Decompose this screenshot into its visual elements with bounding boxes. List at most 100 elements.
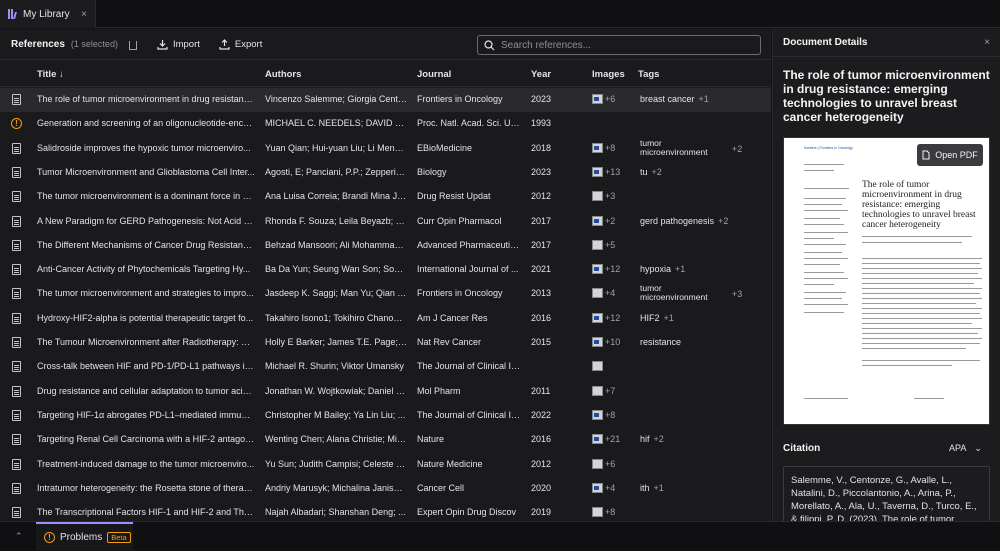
- table-row[interactable]: The tumor microenvironment is a dominant…: [0, 185, 771, 209]
- table-row[interactable]: The role of tumor microenvironment in dr…: [0, 88, 771, 113]
- image-count: +8: [605, 409, 616, 420]
- document-icon: [12, 312, 21, 324]
- figure-thumbnail[interactable]: [592, 385, 603, 396]
- table-row[interactable]: A New Paradigm for GERD Pathogenesis: No…: [0, 210, 771, 234]
- close-icon[interactable]: ×: [81, 9, 87, 20]
- bottom-bar: ⌃ ! Problems Beta: [0, 521, 1000, 551]
- cell-title: Tumor Microenvironment and Glioblastoma …: [37, 166, 255, 177]
- problems-tab[interactable]: ! Problems Beta: [36, 522, 133, 551]
- table-row[interactable]: Salidroside improves the hypoxic tumor m…: [0, 137, 771, 161]
- figure-thumbnail[interactable]: [592, 191, 603, 202]
- problems-label: Problems: [60, 532, 103, 543]
- citation-style-select[interactable]: APA ⌄: [949, 443, 982, 454]
- cell-authors: Takahiro Isono1; Tokihiro Chano2; ...: [265, 312, 407, 323]
- figure-thumbnail[interactable]: [592, 482, 603, 493]
- table-row[interactable]: Anti-Cancer Activity of Phytochemicals T…: [0, 258, 771, 282]
- citation-heading: Citation: [783, 443, 821, 454]
- tab-my-library[interactable]: My Library ×: [0, 0, 96, 28]
- cell-year: 2017: [531, 215, 552, 226]
- table-row[interactable]: Hydroxy-HIF2-alpha is potential therapeu…: [0, 307, 771, 331]
- tag-chip[interactable]: ith +1: [640, 483, 664, 493]
- column-journal[interactable]: Journal: [417, 69, 451, 80]
- figure-thumbnail[interactable]: [592, 239, 603, 250]
- tag-more[interactable]: +2: [718, 216, 728, 226]
- column-authors[interactable]: Authors: [265, 69, 301, 80]
- import-button[interactable]: Import: [157, 39, 200, 50]
- cell-journal: The Journal of Clinical In...: [417, 361, 522, 372]
- search-input[interactable]: Search references...: [477, 35, 761, 55]
- tag-chip[interactable]: resistance: [640, 337, 685, 347]
- figure-thumbnail[interactable]: [592, 458, 603, 469]
- column-title[interactable]: Title ↓: [37, 69, 64, 80]
- tag-chip[interactable]: breast cancer +1: [640, 94, 709, 104]
- table-row[interactable]: Targeting HIF-1α abrogates PD-L1–mediate…: [0, 404, 771, 428]
- cell-journal: Advanced Pharmaceutic...: [417, 239, 522, 250]
- tag-more[interactable]: +1: [664, 313, 674, 323]
- figure-thumbnail[interactable]: [592, 288, 603, 299]
- tag-chip[interactable]: tu +2: [640, 167, 662, 177]
- figure-thumbnail[interactable]: [592, 264, 603, 275]
- figure-thumbnail[interactable]: [592, 337, 603, 347]
- table-row[interactable]: Targeting Renal Cell Carcinoma with a HI…: [0, 428, 771, 452]
- table-row[interactable]: The tumor microenvironment and strategie…: [0, 282, 771, 306]
- tag-more[interactable]: +2: [654, 434, 664, 444]
- trash-icon[interactable]: [128, 40, 137, 50]
- cell-authors: Holly E Barker; James T.E. Page; A...: [265, 337, 407, 347]
- column-year[interactable]: Year: [531, 69, 551, 80]
- table-row[interactable]: Intratumor heterogeneity: the Rosetta st…: [0, 477, 771, 501]
- figure-thumbnail[interactable]: [592, 166, 603, 177]
- tag-chip[interactable]: hif +2: [640, 434, 664, 444]
- document-icon: [12, 458, 21, 470]
- figure-thumbnail[interactable]: [592, 215, 603, 226]
- figure-thumbnail[interactable]: [592, 94, 603, 104]
- tag-chip[interactable]: hypoxia +1: [640, 264, 685, 274]
- cell-title: The tumor microenvironment and strategie…: [37, 288, 254, 299]
- cell-year: 2016: [531, 434, 552, 445]
- close-details-icon[interactable]: ×: [984, 37, 990, 48]
- figure-thumbnail[interactable]: [592, 434, 603, 445]
- table-header: Title ↓ Authors Journal Year Images Tags: [0, 59, 771, 87]
- tag-more[interactable]: +1: [675, 264, 685, 274]
- image-count: +5: [605, 239, 616, 250]
- figure-thumbnail[interactable]: [592, 142, 603, 153]
- references-toolbar: References (1 selected) Import Export Se…: [0, 29, 771, 59]
- table-row[interactable]: Tumor Microenvironment and Glioblastoma …: [0, 161, 771, 185]
- citation-text[interactable]: Salemme, V., Centonze, G., Avalle, L., N…: [783, 466, 990, 526]
- figure-thumbnail[interactable]: [592, 507, 603, 518]
- document-icon: [12, 166, 21, 178]
- column-images[interactable]: Images: [592, 69, 625, 80]
- tag-more[interactable]: +1: [699, 94, 709, 104]
- figure-thumbnail[interactable]: [592, 409, 603, 420]
- column-tags[interactable]: Tags: [638, 69, 659, 80]
- tag-chip[interactable]: gerd pathogenesis +2: [640, 216, 728, 226]
- cell-title: The tumor microenvironment is a dominant…: [37, 191, 255, 202]
- table-row[interactable]: ! Generation and screening of an oligonuc…: [0, 112, 771, 136]
- table-row[interactable]: The Different Mechanisms of Cancer Drug …: [0, 234, 771, 258]
- table-row[interactable]: Drug resistance and cellular adaptation …: [0, 380, 771, 404]
- tag-more[interactable]: +3: [732, 289, 742, 299]
- document-icon: [12, 385, 21, 397]
- tag-more[interactable]: +2: [652, 167, 662, 177]
- tag-chip[interactable]: tumor microenvironment: [640, 138, 730, 157]
- figure-thumbnail[interactable]: [592, 361, 603, 372]
- table-row[interactable]: Cross-talk between HIF and PD-1/PD-L1 pa…: [0, 355, 771, 379]
- document-icon: [12, 264, 21, 276]
- tag-chip[interactable]: tumor microenvironment: [640, 284, 730, 302]
- chevron-up-icon[interactable]: ⌃: [15, 531, 23, 542]
- table-row[interactable]: The Tumour Microenvironment after Radiot…: [0, 331, 771, 355]
- tag-chip[interactable]: HIF2 +1: [640, 313, 674, 323]
- open-pdf-button[interactable]: Open PDF: [917, 144, 983, 166]
- cell-title: Intratumor heterogeneity: the Rosetta st…: [37, 482, 255, 493]
- cell-title: Treatment-induced damage to the tumor mi…: [37, 458, 255, 469]
- export-button[interactable]: Export: [219, 39, 262, 50]
- tag-more[interactable]: +2: [732, 144, 742, 154]
- pdf-preview[interactable]: Open PDF frontiers | Frontiers in Oncolo…: [783, 137, 990, 425]
- table-row[interactable]: Treatment-induced damage to the tumor mi…: [0, 453, 771, 477]
- cell-journal: Cancer Cell: [417, 482, 465, 493]
- document-icon: [12, 191, 21, 203]
- cell-authors: Ba Da Yun; Seung Wan Son; Soo Y...: [265, 264, 407, 275]
- tag-more[interactable]: +1: [654, 483, 664, 493]
- import-label: Import: [172, 38, 200, 50]
- cell-journal: Nature: [417, 434, 445, 445]
- figure-thumbnail[interactable]: [592, 312, 603, 323]
